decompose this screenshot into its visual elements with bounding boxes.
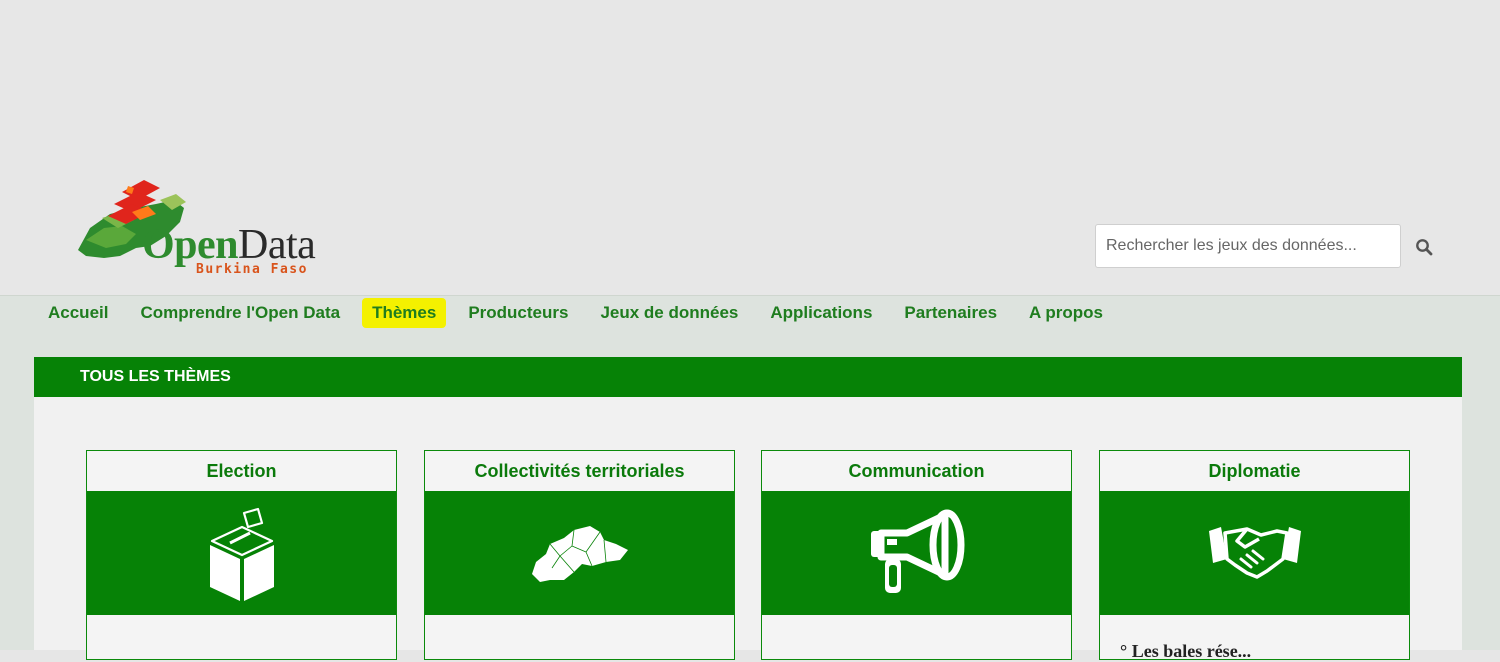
- nav-item-a-propos[interactable]: A propos: [1019, 298, 1113, 328]
- theme-card-collectivites[interactable]: Collectivités territoriales: [424, 450, 735, 660]
- nav-item-themes[interactable]: Thèmes: [362, 298, 447, 328]
- handshake-icon: [1208, 527, 1301, 579]
- ballot-box-icon: [209, 507, 274, 601]
- section-title: TOUS LES THÈMES: [34, 357, 1462, 397]
- theme-card-image[interactable]: [762, 491, 1071, 615]
- search-icon[interactable]: [1415, 238, 1433, 256]
- nav-item-comprendre[interactable]: Comprendre l'Open Data: [130, 298, 350, 328]
- burkina-map-icon: [531, 526, 628, 582]
- nav-item-producteurs[interactable]: Producteurs: [458, 298, 578, 328]
- theme-card-title[interactable]: Collectivités territoriales: [425, 451, 734, 491]
- theme-card-communication[interactable]: Communication: [761, 450, 1072, 660]
- main-nav: Accueil Comprendre l'Open Data Thèmes Pr…: [38, 298, 1125, 330]
- theme-card-diplomatie[interactable]: Diplomatie ° Les bales rése...: [1099, 450, 1410, 661]
- search-input[interactable]: [1095, 224, 1401, 268]
- logo-subtitle: Burkina Faso: [196, 262, 308, 277]
- logo-wordmark[interactable]: OpenData: [142, 224, 316, 266]
- nav-item-partenaires[interactable]: Partenaires: [894, 298, 1007, 328]
- theme-card-title[interactable]: Communication: [762, 451, 1071, 491]
- theme-card-election[interactable]: Election: [86, 450, 397, 660]
- nav-item-accueil[interactable]: Accueil: [38, 298, 118, 328]
- theme-card-image[interactable]: [87, 491, 396, 615]
- theme-card-excerpt: ° Les bales rése...: [1120, 641, 1252, 661]
- theme-card-image[interactable]: [1100, 491, 1409, 615]
- theme-card-title[interactable]: Diplomatie: [1100, 451, 1409, 491]
- nav-item-jeux-de-donnees[interactable]: Jeux de données: [590, 298, 748, 328]
- megaphone-icon: [870, 509, 964, 593]
- theme-card-title[interactable]: Election: [87, 451, 396, 491]
- nav-item-applications[interactable]: Applications: [760, 298, 882, 328]
- theme-card-image[interactable]: [425, 491, 734, 615]
